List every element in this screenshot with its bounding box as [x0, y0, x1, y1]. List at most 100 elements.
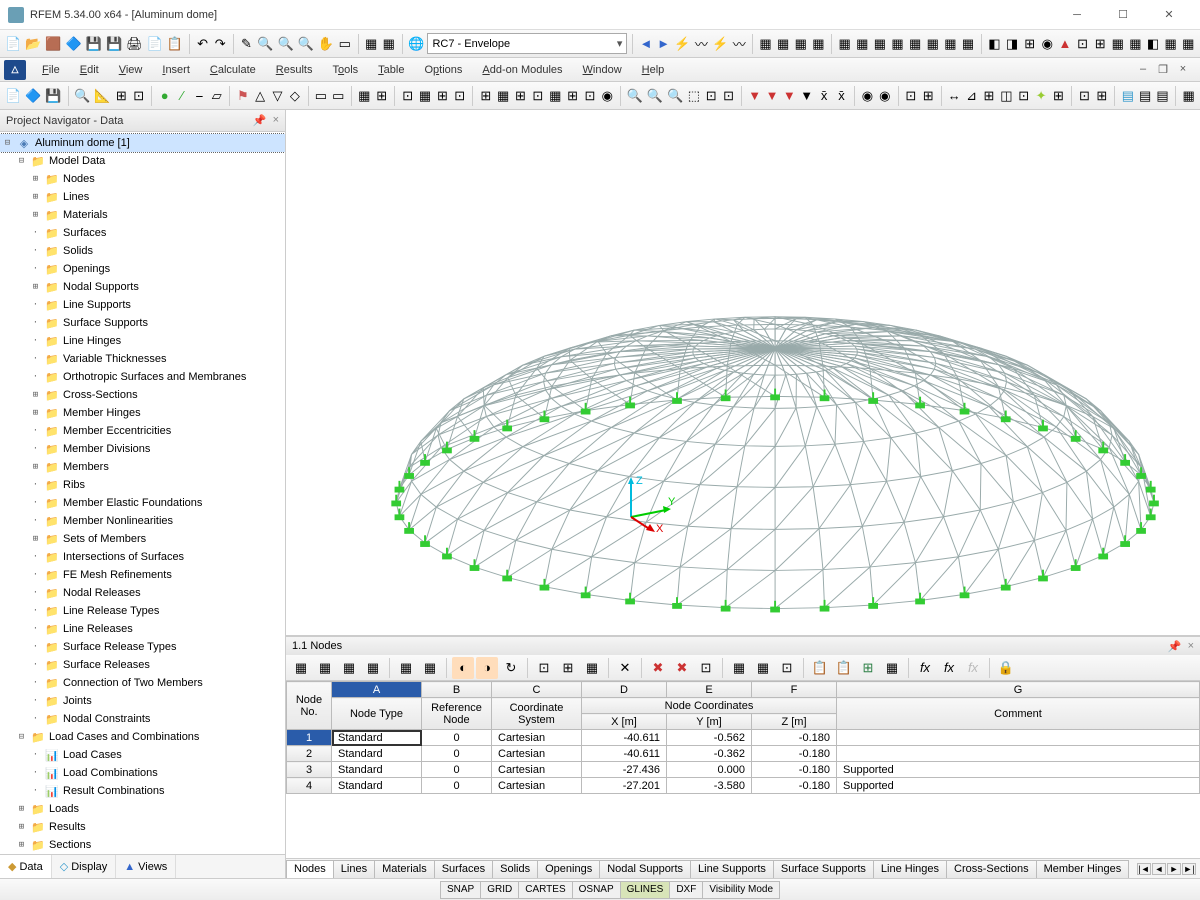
mdi-restore-icon[interactable]: ❐ — [1154, 63, 1172, 76]
view2-icon[interactable]: ⊞ — [374, 85, 389, 107]
fx2-icon[interactable]: fx — [938, 657, 960, 679]
t2-v-icon[interactable]: ⊞ — [921, 85, 936, 107]
tree-item[interactable]: ⊞📁Member Hinges — [0, 404, 285, 422]
vis1-icon[interactable]: ▦ — [758, 33, 774, 55]
fx-icon[interactable]: fx — [914, 657, 936, 679]
tt3-icon[interactable]: ▦ — [338, 657, 360, 679]
mod4-icon[interactable]: ◉ — [1039, 33, 1055, 55]
save-icon[interactable]: 💾 — [85, 33, 103, 55]
redo-icon[interactable]: ↷ — [212, 33, 228, 55]
mod1-icon[interactable]: ◧ — [987, 33, 1003, 55]
t2-7-icon[interactable]: ⊡ — [131, 85, 146, 107]
tab-next-icon[interactable]: ► — [1167, 863, 1181, 875]
t2-g-icon[interactable]: ⊞ — [513, 85, 528, 107]
table-tab[interactable]: Materials — [374, 860, 435, 878]
dim5-icon[interactable]: ⊡ — [1016, 85, 1031, 107]
t2-d-icon[interactable]: ⊡ — [452, 85, 467, 107]
tree-item[interactable]: ⊞📁Members — [0, 458, 285, 476]
tt5-icon[interactable]: ▦ — [395, 657, 417, 679]
status-toggle[interactable]: OSNAP — [572, 881, 621, 899]
calc2-icon[interactable]: ▦ — [855, 33, 871, 55]
t2-r-icon[interactable]: ⊡ — [721, 85, 736, 107]
tree-item[interactable]: ·📁Surface Releases — [0, 656, 285, 674]
filter3-icon[interactable]: ▼ — [782, 85, 797, 107]
tree-item[interactable]: ·📊Result Combinations — [0, 782, 285, 800]
tt16-icon[interactable]: ⊡ — [695, 657, 717, 679]
calc6-icon[interactable]: ▦ — [925, 33, 941, 55]
tt19-icon[interactable]: ⊡ — [776, 657, 798, 679]
calc5-icon[interactable]: ▦ — [907, 33, 923, 55]
tree-item[interactable]: ⊞📁Cross-Sections — [0, 386, 285, 404]
mdi-close-icon[interactable]: × — [1174, 63, 1192, 76]
t2-h-icon[interactable]: ⊡ — [530, 85, 545, 107]
filter4-icon[interactable]: ▼ — [799, 85, 814, 107]
mod2-icon[interactable]: ◨ — [1004, 33, 1020, 55]
zoomin-icon[interactable]: 🔍 — [276, 33, 294, 55]
menu-window[interactable]: Window — [573, 58, 632, 82]
mod9-icon[interactable]: ▦ — [1128, 33, 1144, 55]
tree-item[interactable]: ·📁Line Supports — [0, 296, 285, 314]
tt10-icon[interactable]: ⊡ — [533, 657, 555, 679]
tab-first-icon[interactable]: |◄ — [1137, 863, 1151, 875]
view1-icon[interactable]: ▦ — [357, 85, 372, 107]
menu-insert[interactable]: Insert — [152, 58, 200, 82]
t2-6-icon[interactable]: ⊞ — [114, 85, 129, 107]
table-tab[interactable]: Solids — [492, 860, 538, 878]
maximize-button[interactable]: ☐ — [1100, 0, 1146, 30]
table-tab[interactable]: Cross-Sections — [946, 860, 1037, 878]
t2-j-icon[interactable]: ⊞ — [565, 85, 580, 107]
t2-f-icon[interactable]: ▦ — [495, 85, 510, 107]
tt13-icon[interactable]: ✕ — [614, 657, 636, 679]
t2-l-icon[interactable]: ◉ — [600, 85, 615, 107]
t2-c-icon[interactable]: ⊞ — [435, 85, 450, 107]
mod6-icon[interactable]: ⊡ — [1075, 33, 1091, 55]
tt12-icon[interactable]: ▦ — [581, 657, 603, 679]
tree-item[interactable]: ⊞📁Sets of Members — [0, 530, 285, 548]
tree-item[interactable]: ⊞📁Lines — [0, 188, 285, 206]
tree-item[interactable]: ·📁Line Hinges — [0, 332, 285, 350]
pan-icon[interactable]: ✋ — [317, 33, 335, 55]
vis2-icon[interactable]: ▦ — [775, 33, 791, 55]
tree-item[interactable]: ⊞📁Sections — [0, 836, 285, 854]
undo-icon[interactable]: ↶ — [195, 33, 211, 55]
t2-5-icon[interactable]: 📐 — [93, 85, 111, 107]
next-icon[interactable]: ► — [656, 33, 672, 55]
menu-addons[interactable]: Add-on Modules — [472, 58, 572, 82]
table-tab[interactable]: Surfaces — [434, 860, 493, 878]
menu-file[interactable]: File — [32, 58, 70, 82]
sel1-icon[interactable]: ▭ — [313, 85, 328, 107]
status-toggle[interactable]: GRID — [480, 881, 519, 899]
t2-q-icon[interactable]: ⊡ — [704, 85, 719, 107]
nav-close-icon[interactable]: × — [273, 114, 279, 127]
dim3-icon[interactable]: ⊞ — [981, 85, 996, 107]
line-icon[interactable]: ∕ — [174, 85, 189, 107]
tt17-icon[interactable]: ▦ — [728, 657, 750, 679]
navigator-tree[interactable]: ⊟◈Aluminum dome [1] ⊟📁Model Data ⊞📁Nodes… — [0, 132, 285, 854]
member-icon[interactable]: ⎯ — [192, 85, 207, 107]
table-row[interactable]: 3Standard0Cartesian-27.4360.000-0.180Sup… — [287, 762, 1200, 778]
support2-icon[interactable]: ▽ — [270, 85, 285, 107]
result2-icon[interactable]: 〰 — [694, 33, 710, 55]
tree-item[interactable]: ·📁Variable Thicknesses — [0, 350, 285, 368]
menu-help[interactable]: Help — [632, 58, 675, 82]
saveas-icon[interactable]: 💾 — [105, 33, 123, 55]
table1-icon[interactable]: ▦ — [363, 33, 379, 55]
prev-icon[interactable]: ◄ — [638, 33, 654, 55]
t2-i-icon[interactable]: ▦ — [548, 85, 563, 107]
tt7-icon[interactable]: ◐ — [452, 657, 474, 679]
t2-e-icon[interactable]: ⊞ — [478, 85, 493, 107]
tree-item[interactable]: ·📁Line Releases — [0, 620, 285, 638]
mdi-min-icon[interactable]: – — [1134, 63, 1152, 76]
tt11-icon[interactable]: ⊞ — [557, 657, 579, 679]
tree-item[interactable]: ·📁Nodal Constraints — [0, 710, 285, 728]
menu-tools[interactable]: Tools — [322, 58, 368, 82]
vis3-icon[interactable]: ▦ — [793, 33, 809, 55]
table-close-icon[interactable]: × — [1188, 640, 1194, 653]
print-icon[interactable]: 🖨 — [125, 33, 144, 55]
table-tab[interactable]: Surface Supports — [773, 860, 874, 878]
table-tab[interactable]: Nodes — [286, 860, 334, 878]
close-button[interactable]: ✕ — [1146, 0, 1192, 30]
layer2-icon[interactable]: ▤ — [1138, 85, 1153, 107]
dim6-icon[interactable]: ✦ — [1033, 85, 1048, 107]
tt8-icon[interactable]: ◑ — [476, 657, 498, 679]
